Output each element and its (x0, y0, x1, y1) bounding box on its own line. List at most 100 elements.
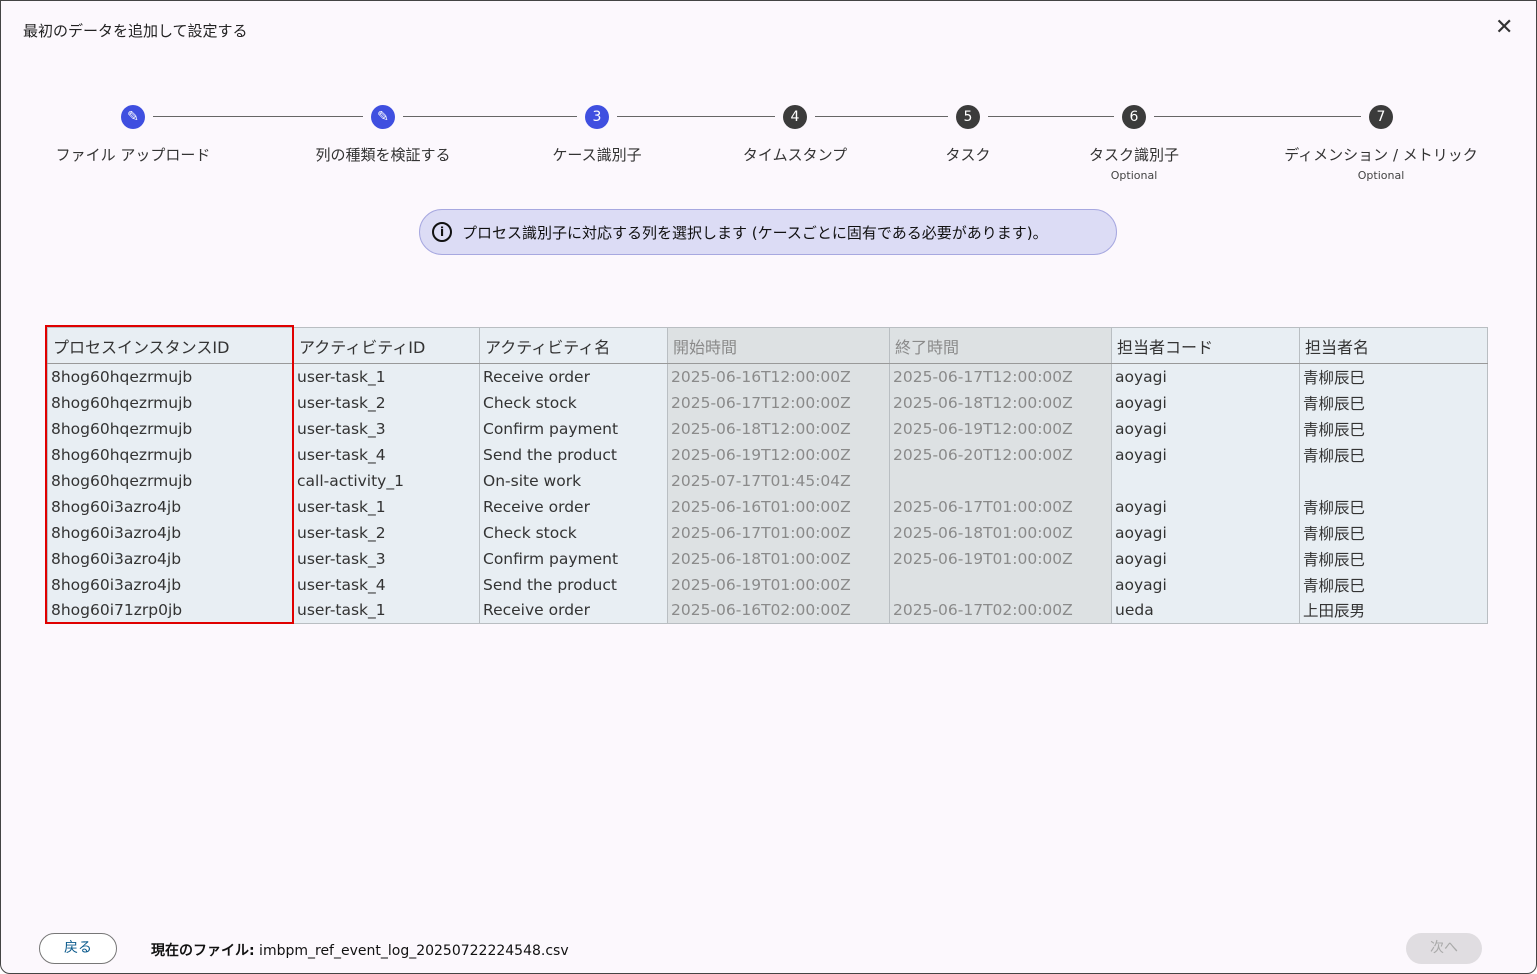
table-cell: 青柳辰巳 (1299, 441, 1488, 468)
table-row: 8hog60i3azro4jb user-task_2 Check stock 202… (47, 519, 1488, 546)
step-connector (988, 116, 1114, 117)
step-number: 4 (783, 105, 807, 129)
table-cell: Check stock (479, 519, 668, 546)
table-row: 8hog60i3azro4jb user-task_3 Confirm paymen… (47, 545, 1488, 572)
table-row: 8hog60hqezrmujb user-task_4 Send the produ… (47, 441, 1488, 468)
table-cell: 青柳辰巳 (1299, 519, 1488, 546)
table-cell: 2025-06-16T12:00:00Z (667, 363, 890, 390)
table-cell: 青柳辰巳 (1299, 493, 1488, 520)
info-banner: i プロセス識別子に対応する列を選択します (ケースごとに固有である必要がありま… (419, 209, 1117, 255)
table-cell: 8hog60i3azro4jb (47, 493, 294, 520)
close-icon[interactable]: ✕ (1495, 15, 1513, 40)
table-cell: call-activity_1 (293, 467, 480, 494)
step-label[interactable]: ファイル アップロード (56, 144, 211, 165)
next-button[interactable]: 次へ (1406, 933, 1482, 964)
table-cell: 2025-06-18T12:00:00Z (667, 415, 890, 442)
dialog-title: 最初のデータを追加して設定する (23, 22, 248, 40)
table-cell (889, 467, 1112, 494)
table-cell: 青柳辰巳 (1299, 363, 1488, 390)
column-header[interactable]: アクティビティ名 (479, 327, 668, 364)
table-cell: 2025-06-17T01:00:00Z (667, 519, 890, 546)
step-label[interactable]: タイムスタンプ (743, 144, 847, 165)
table-cell: user-task_3 (293, 545, 480, 572)
info-text: プロセス識別子に対応する列を選択します (ケースごとに固有である必要があります)… (462, 223, 1048, 242)
table-cell: 8hog60i3azro4jb (47, 545, 294, 572)
step-label[interactable]: タスク識別子 (1089, 144, 1179, 165)
step-connector (153, 116, 363, 117)
table-cell: user-task_2 (293, 389, 480, 416)
pencil-icon: ✎ (371, 105, 395, 129)
table-cell: user-task_4 (293, 441, 480, 468)
table-cell: aoyagi (1111, 545, 1300, 572)
table-cell: aoyagi (1111, 571, 1300, 598)
step-label[interactable]: ケース識別子 (552, 144, 641, 165)
data-preview-table: プロセスインスタンスID アクティビティID アクティビティ名 開始時間 終了時間 担当者… (47, 327, 1488, 624)
back-button[interactable]: 戻る (39, 933, 117, 964)
table-cell (1299, 467, 1488, 494)
table-cell: 2025-06-17T02:00:00Z (889, 597, 1112, 624)
table-cell: 青柳辰巳 (1299, 389, 1488, 416)
table-cell: 2025-06-19T12:00:00Z (889, 415, 1112, 442)
column-header[interactable]: 終了時間 (889, 327, 1112, 364)
table-cell: 2025-06-17T12:00:00Z (889, 363, 1112, 390)
table-cell: aoyagi (1111, 363, 1300, 390)
table-cell: 青柳辰巳 (1299, 545, 1488, 572)
table-row: 8hog60hqezrmujb user-task_2 Check stock 202… (47, 389, 1488, 416)
table-cell: 2025-06-17T12:00:00Z (667, 389, 890, 416)
column-header[interactable]: プロセスインスタンスID (47, 327, 294, 364)
table-cell: 8hog60hqezrmujb (47, 389, 294, 416)
table-cell (1111, 467, 1300, 494)
table-cell: 2025-06-18T01:00:00Z (667, 545, 890, 572)
step-connector (1154, 116, 1361, 117)
table-cell: 2025-06-18T01:00:00Z (889, 519, 1112, 546)
table-cell: On-site work (479, 467, 668, 494)
table-cell: 2025-06-16T02:00:00Z (667, 597, 890, 624)
table-cell: aoyagi (1111, 493, 1300, 520)
table-cell: aoyagi (1111, 519, 1300, 546)
table-cell: 2025-07-17T01:45:04Z (667, 467, 890, 494)
step-number: 5 (956, 105, 980, 129)
table-cell: user-task_1 (293, 363, 480, 390)
table-cell: Receive order (479, 363, 668, 390)
current-file: 現在のファイル: imbpm_ref_event_log_20250722224… (151, 940, 569, 960)
column-header[interactable]: 担当者名 (1299, 327, 1488, 364)
column-header[interactable]: アクティビティID (293, 327, 480, 364)
current-file-name: imbpm_ref_event_log_20250722224548.csv (254, 943, 569, 959)
table-cell: user-task_2 (293, 519, 480, 546)
step-number: 6 (1122, 105, 1146, 129)
table-cell: user-task_3 (293, 415, 480, 442)
step-connector (617, 116, 775, 117)
column-header[interactable]: 開始時間 (667, 327, 890, 364)
table-cell: user-task_1 (293, 493, 480, 520)
info-icon: i (432, 222, 452, 242)
table-cell: ueda (1111, 597, 1300, 624)
table-row: 8hog60i3azro4jb user-task_1 Receive order 2… (47, 493, 1488, 520)
step-number: 3 (585, 105, 609, 129)
table-cell: 2025-06-19T01:00:00Z (667, 571, 890, 598)
column-header[interactable]: 担当者コード (1111, 327, 1300, 364)
table-cell: 8hog60hqezrmujb (47, 415, 294, 442)
table-cell: aoyagi (1111, 441, 1300, 468)
table-cell: 8hog60hqezrmujb (47, 467, 294, 494)
step-label[interactable]: 列の種類を検証する (315, 144, 450, 165)
table-cell: Confirm payment (479, 415, 668, 442)
step-label[interactable]: タスク (945, 144, 990, 165)
table-cell: 8hog60i3azro4jb (47, 519, 294, 546)
table-cell: 青柳辰巳 (1299, 415, 1488, 442)
table-cell: 青柳辰巳 (1299, 571, 1488, 598)
table-cell: 8hog60hqezrmujb (47, 363, 294, 390)
table-cell: 2025-06-18T12:00:00Z (889, 389, 1112, 416)
step-connector (403, 116, 577, 117)
step-optional: Optional (1357, 169, 1405, 182)
step-number: 7 (1369, 105, 1393, 129)
step-optional: Optional (1110, 169, 1158, 182)
current-file-label: 現在のファイル: (151, 943, 255, 959)
table-cell: 2025-06-20T12:00:00Z (889, 441, 1112, 468)
table-row: 8hog60hqezrmujb call-activity_1 On-site wo… (47, 467, 1488, 494)
table-cell: 8hog60i71zrp0jb (47, 597, 294, 624)
table-cell: user-task_1 (293, 597, 480, 624)
dialog: 最初のデータを追加して設定する ✕ ✎ ファイル アップロード ✎ 列の種類を検証する… (0, 0, 1537, 974)
table-cell: aoyagi (1111, 415, 1300, 442)
table-cell: Receive order (479, 597, 668, 624)
step-label[interactable]: ディメンション / メトリック (1284, 144, 1478, 165)
